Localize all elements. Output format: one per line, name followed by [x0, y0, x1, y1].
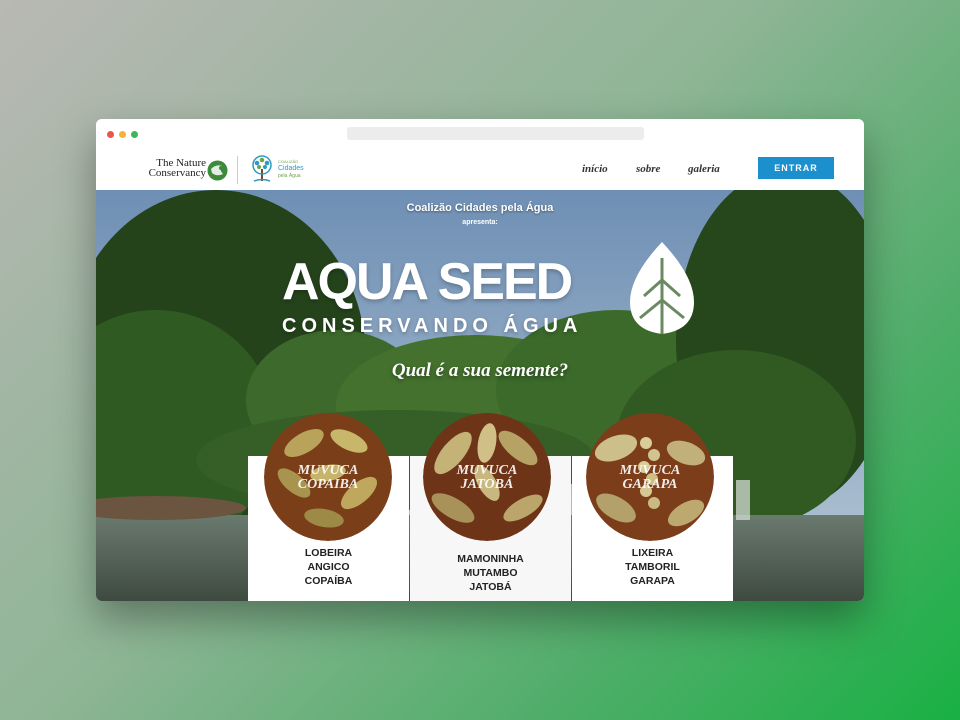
close-window-dot[interactable]	[107, 131, 114, 138]
globe-leaf-icon	[207, 160, 228, 181]
muvuca-garapa-image[interactable]: MUVUCA GARAPA	[586, 413, 714, 541]
muvuca-jatoba-image[interactable]: MUVUCA JATOBÁ	[423, 413, 551, 541]
coalition-logo-line1: Cidades	[278, 165, 304, 172]
species-name: LOBEIRA	[304, 547, 353, 559]
site-header: The Nature Conservancy COALIZÃO Cidades …	[96, 149, 864, 190]
tree-icon	[252, 155, 272, 182]
browser-window: The Nature Conservancy COALIZÃO Cidades …	[96, 119, 864, 601]
hero-question: Qual é a sua semente?	[391, 360, 569, 381]
browser-titlebar	[96, 119, 864, 149]
hero-subtitle: CONSERVANDO ÁGUA	[282, 315, 583, 337]
presenter-text: Coalizão Cidades pela Água	[406, 202, 554, 214]
species-name: JATOBÁ	[469, 581, 512, 593]
entrar-button[interactable]: ENTRAR	[758, 157, 834, 179]
tnc-logo-line2: Conservancy	[148, 167, 206, 179]
circle-label-line1: MUVUCA	[456, 463, 518, 478]
circle-label-line1: MUVUCA	[619, 463, 681, 478]
species-name: TAMBORIL	[625, 561, 680, 573]
circle-label-line2: GARAPA	[622, 477, 678, 492]
species-name: COPAÍBA	[304, 575, 353, 587]
species-name: GARAPA	[630, 575, 675, 587]
hero-title: AQUA SEED	[282, 253, 573, 311]
the-nature-conservancy-logo[interactable]: The Nature Conservancy	[146, 158, 230, 184]
minimize-window-dot[interactable]	[119, 131, 126, 138]
species-name: ANGICO	[307, 561, 350, 573]
circle-label-line1: MUVUCA	[297, 463, 359, 478]
address-bar[interactable]	[347, 127, 644, 140]
coalition-logo[interactable]: COALIZÃO Cidades pela Água	[248, 154, 318, 186]
nav-link-sobre[interactable]: sobre	[636, 163, 660, 175]
nav-link-inicio[interactable]: início	[582, 163, 608, 175]
species-name: MUTAMBO	[463, 567, 518, 579]
logo-divider	[237, 156, 238, 184]
presents-text: apresenta:	[462, 219, 498, 226]
circle-label-line2: COPAIBA	[297, 477, 359, 492]
species-name: MAMONINHA	[457, 553, 524, 565]
leaf-icon	[630, 242, 694, 334]
circle-label-line2: JATOBÁ	[460, 477, 514, 492]
coalition-logo-line2: pela Água	[278, 173, 301, 179]
nav-link-galeria[interactable]: galeria	[688, 163, 720, 175]
muvuca-copaiba-image[interactable]: MUVUCA COPAIBA	[264, 413, 392, 541]
maximize-window-dot[interactable]	[131, 131, 138, 138]
species-name: LIXEIRA	[631, 547, 674, 559]
